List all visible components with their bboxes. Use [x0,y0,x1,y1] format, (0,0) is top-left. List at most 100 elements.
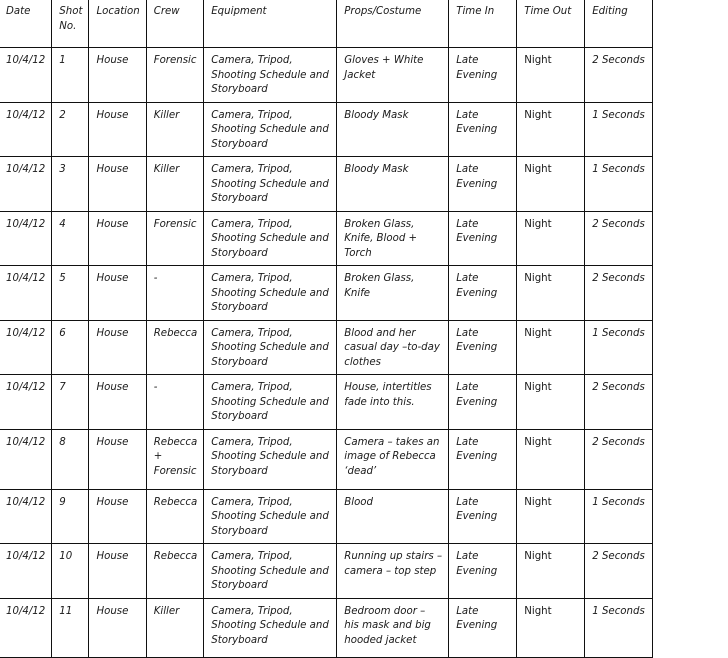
cell-time-out: Night [516,597,586,658]
cell-location: House [88,428,147,490]
cell-time-in: Late Evening [448,319,518,375]
cell-location: House [88,319,147,375]
header-time-out: Time Out [516,0,586,48]
cell-editing: 2 Seconds [584,265,654,321]
cell-crew: - [145,265,205,321]
cell-editing: 2 Seconds [584,374,654,430]
cell-date: 10/4/12 [0,597,53,658]
cell-editing: 1 Seconds [584,597,654,658]
cell-time-in: Late Evening [448,428,518,490]
cell-editing: 1 Seconds [584,101,654,157]
cell-equipment: Camera, Tripod, Shooting Schedule and St… [203,265,338,321]
table-row: 10/4/12 8 House Rebecca + Forensic Camera, T… [0,428,654,490]
cell-editing: 1 Seconds [584,156,654,212]
cell-props-costume: Blood [336,488,450,544]
cell-date: 10/4/12 [0,374,53,430]
cell-location: House [88,597,147,658]
cell-time-in: Late Evening [448,488,518,544]
cell-location: House [88,488,147,544]
cell-equipment: Camera, Tripod, Shooting Schedule and St… [203,428,338,490]
cell-time-in: Late Evening [448,156,518,212]
cell-shot-no: 4 [51,210,90,266]
cell-time-in: Late Evening [448,597,518,658]
table-row: 10/4/12 9 House Rebecca Camera, Tripod, Shoo… [0,488,654,544]
cell-shot-no: 8 [51,428,90,490]
cell-equipment: Camera, Tripod, Shooting Schedule and St… [203,543,338,599]
cell-shot-no: 3 [51,156,90,212]
cell-time-out: Night [516,210,586,266]
cell-time-out: Night [516,543,586,599]
header-location: Location [88,0,147,48]
cell-date: 10/4/12 [0,428,53,490]
cell-location: House [88,543,147,599]
cell-time-in: Late Evening [448,265,518,321]
header-editing: Editing [584,0,654,48]
cell-equipment: Camera, Tripod, Shooting Schedule and St… [203,319,338,375]
table-row: 10/4/12 2 House Killer Camera, Tripod, Shoot… [0,101,654,157]
table-row: 10/4/12 10 House Rebecca Camera, Tripod, Sho… [0,543,654,599]
cell-time-out: Night [516,101,586,157]
cell-crew: Forensic [145,47,205,103]
cell-date: 10/4/12 [0,156,53,212]
cell-props-costume: Gloves + White Jacket [336,47,450,103]
table-row: 10/4/12 4 House Forensic Camera, Tripod, Sho… [0,210,654,266]
cell-time-in: Late Evening [448,210,518,266]
cell-location: House [88,47,147,103]
header-crew: Crew [145,0,205,48]
cell-props-costume: Broken Glass, Knife, Blood + Torch [336,210,450,266]
cell-date: 10/4/12 [0,319,53,375]
cell-editing: 2 Seconds [584,47,654,103]
cell-crew: Killer [145,597,205,658]
cell-equipment: Camera, Tripod, Shooting Schedule and St… [203,488,338,544]
cell-date: 10/4/12 [0,47,53,103]
cell-crew: Rebecca [145,319,205,375]
cell-time-out: Night [516,374,586,430]
cell-props-costume: Bloody Mask [336,101,450,157]
cell-equipment: Camera, Tripod, Shooting Schedule and St… [203,210,338,266]
cell-props-costume: Bedroom door – his mask and big hooded j… [336,597,450,658]
cell-date: 10/4/12 [0,210,53,266]
shooting-schedule-table: Date Shot No. Location Crew Equipment Pr… [0,0,654,658]
cell-location: House [88,101,147,157]
cell-props-costume: Bloody Mask [336,156,450,212]
cell-shot-no: 7 [51,374,90,430]
cell-editing: 1 Seconds [584,319,654,375]
cell-time-out: Night [516,47,586,103]
cell-date: 10/4/12 [0,488,53,544]
cell-crew: Rebecca [145,543,205,599]
cell-props-costume: House, intertitles fade into this. [336,374,450,430]
cell-time-in: Late Evening [448,47,518,103]
cell-props-costume: Running up stairs – camera – top step [336,543,450,599]
table-row: 10/4/12 11 House Killer Camera, Tripod, Shoo… [0,597,654,658]
cell-shot-no: 5 [51,265,90,321]
cell-shot-no: 10 [51,543,90,599]
cell-crew: Forensic [145,210,205,266]
cell-shot-no: 2 [51,101,90,157]
cell-editing: 2 Seconds [584,428,654,490]
cell-location: House [88,374,147,430]
table-row: 10/4/12 7 House - Camera, Tripod, Shooting S… [0,374,654,430]
cell-crew: Rebecca + Forensic [145,428,205,490]
cell-location: House [88,156,147,212]
header-date: Date [0,0,53,48]
cell-crew: Killer [145,101,205,157]
table-row: 10/4/12 5 House - Camera, Tripod, Shooting S… [0,265,654,321]
cell-time-in: Late Evening [448,543,518,599]
cell-props-costume: Camera – takes an image of Rebecca ‘dead… [336,428,450,490]
cell-shot-no: 1 [51,47,90,103]
cell-time-out: Night [516,488,586,544]
cell-location: House [88,210,147,266]
cell-date: 10/4/12 [0,543,53,599]
cell-time-in: Late Evening [448,374,518,430]
cell-date: 10/4/12 [0,101,53,157]
cell-crew: Killer [145,156,205,212]
cell-equipment: Camera, Tripod, Shooting Schedule and St… [203,47,338,103]
cell-props-costume: Broken Glass, Knife [336,265,450,321]
cell-shot-no: 6 [51,319,90,375]
cell-crew: Rebecca [145,488,205,544]
cell-editing: 1 Seconds [584,488,654,544]
cell-crew: - [145,374,205,430]
header-props-costume: Props/Costume [336,0,450,48]
cell-equipment: Camera, Tripod, Shooting Schedule and St… [203,156,338,212]
header-shot-no: Shot No. [51,0,90,48]
